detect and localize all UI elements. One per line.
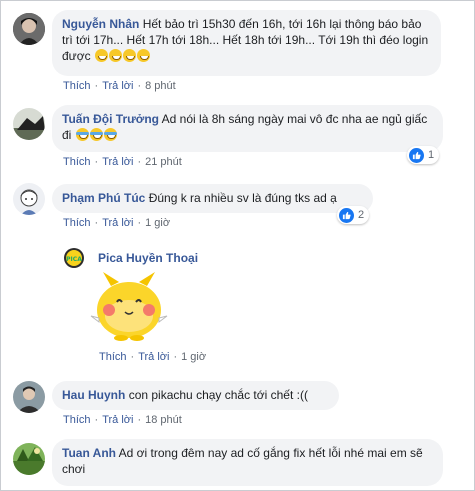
tears-of-joy-emoji-icon xyxy=(75,128,117,142)
timestamp[interactable]: 18 phút xyxy=(145,414,182,426)
timestamp[interactable]: 21 phút xyxy=(145,156,182,168)
timestamp[interactable]: 1 giờ xyxy=(181,351,206,363)
author-name[interactable]: Pica Huyền Thoại xyxy=(98,251,198,265)
comment-bubble: Hau Huynh con pikachu chạy chắc tới chết… xyxy=(52,381,339,410)
reply-link[interactable]: Trả lời xyxy=(102,80,133,92)
pikachu-sticker[interactable] xyxy=(89,272,169,344)
like-link[interactable]: Thích xyxy=(99,351,127,363)
avatar[interactable]: PICA xyxy=(64,248,84,268)
avatar[interactable] xyxy=(13,381,45,413)
author-name[interactable]: Tuấn Đội Trưởng xyxy=(62,112,159,126)
author-name[interactable]: Hau Huynh xyxy=(62,388,125,402)
like-icon xyxy=(409,147,424,163)
like-link[interactable]: Thích xyxy=(63,80,91,92)
avatar[interactable] xyxy=(13,183,45,215)
timestamp[interactable]: 8 phút xyxy=(145,80,176,92)
avatar[interactable] xyxy=(13,13,45,45)
grinning-emoji-icon xyxy=(94,49,150,63)
reply-link[interactable]: Trả lời xyxy=(138,351,169,363)
reply-link[interactable]: Trả lời xyxy=(102,156,133,168)
reply-link[interactable]: Trả lời xyxy=(102,217,133,229)
like-link[interactable]: Thích xyxy=(63,414,91,426)
avatar[interactable] xyxy=(13,108,45,140)
comment-bubble: Phạm Phú Túc Đúng k ra nhiều sv là đúng … xyxy=(52,184,373,213)
author-name[interactable]: Phạm Phú Túc xyxy=(62,191,145,205)
reaction-number: 1 xyxy=(428,149,435,161)
like-link[interactable]: Thích xyxy=(63,156,91,168)
reaction-number: 2 xyxy=(358,209,365,221)
like-icon xyxy=(339,207,354,223)
reaction-count[interactable]: 1 xyxy=(407,146,440,164)
comment-actions: Thích · Trả lời · 21 phút xyxy=(63,156,182,168)
comment-bubble: Tuấn Đội Trưởng Ad nói là 8h sáng ngày m… xyxy=(52,105,443,152)
comment-actions: Thích · Trả lời · 8 phút xyxy=(63,80,176,92)
comment-bubble: Tuan Anh Ad ơi trong đêm nay ad cố gắng … xyxy=(52,439,443,486)
avatar[interactable] xyxy=(13,443,45,475)
like-link[interactable]: Thích xyxy=(63,217,91,229)
svg-text:PICA: PICA xyxy=(66,256,82,263)
comment-text: Ad ơi trong đêm nay ad cố gắng fix hết l… xyxy=(62,446,423,476)
comment-bubble: Nguyễn Nhân Hết bảo trì 15h30 đến 16h, t… xyxy=(52,10,441,76)
comment-actions: Thích · Trả lời · 1 giờ xyxy=(99,351,207,363)
reply-link[interactable]: Trả lời xyxy=(102,414,133,426)
comment-actions: Thích · Trả lời · 18 phút xyxy=(63,414,182,426)
timestamp[interactable]: 1 giờ xyxy=(145,217,170,229)
comment-text: Đúng k ra nhiều sv là đúng tks ad ạ xyxy=(148,191,337,205)
author-name[interactable]: Nguyễn Nhân xyxy=(62,17,139,31)
comment-actions: Thích · Trả lời · 1 giờ xyxy=(63,217,171,229)
comment-text: con pikachu chạy chắc tới chết :(( xyxy=(128,388,308,402)
reaction-count[interactable]: 2 xyxy=(337,206,370,224)
comments-panel: Nguyễn Nhân Hết bảo trì 15h30 đến 16h, t… xyxy=(0,0,475,491)
author-name[interactable]: Tuan Anh xyxy=(62,446,116,460)
